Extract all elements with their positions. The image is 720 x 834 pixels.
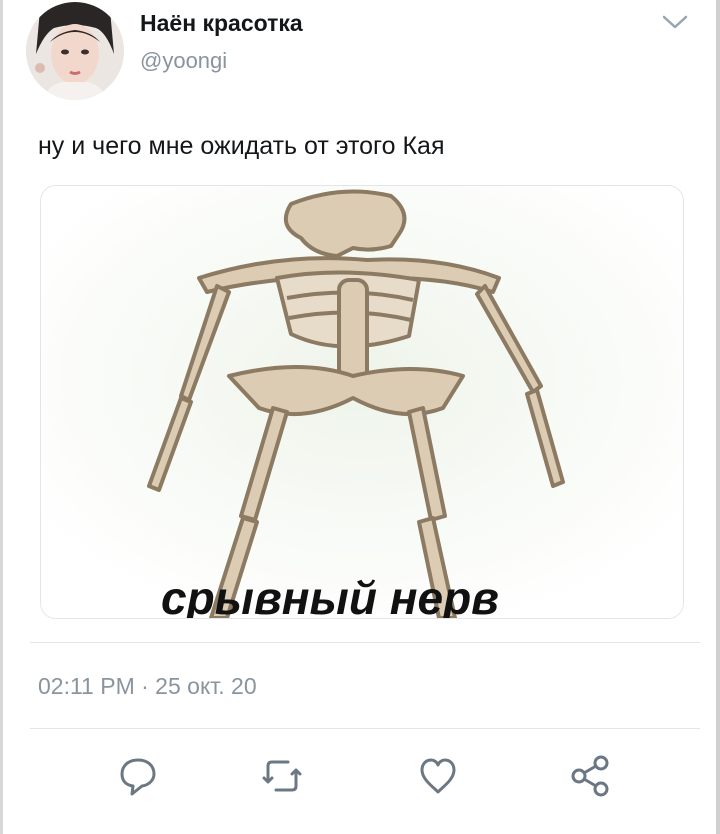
reply-button[interactable] [114, 752, 162, 800]
timestamp: 02:11 PM · 25 окт. 20 [38, 673, 257, 699]
tweet-header: Наён красотка @yoongi [0, 0, 720, 110]
retweet-button[interactable] [258, 752, 306, 800]
retweet-icon [262, 760, 302, 792]
divider [30, 642, 700, 643]
handle[interactable]: @yoongi [140, 48, 227, 74]
heart-icon [420, 758, 456, 794]
chevron-down-icon[interactable] [660, 12, 690, 32]
media-caption: срывный нерв [161, 572, 499, 618]
share-icon [571, 755, 609, 797]
screen-edge-right [716, 0, 720, 834]
share-button[interactable] [566, 752, 614, 800]
screen-edge-left [0, 0, 3, 834]
reply-icon [120, 758, 156, 796]
avatar[interactable] [26, 2, 124, 100]
display-name[interactable]: Наён красотка [140, 10, 303, 37]
tweet-media[interactable]: срывный нерв [40, 185, 684, 619]
like-button[interactable] [414, 752, 462, 800]
tweet-text: ну и чего мне ожидать от этого Кая [38, 132, 445, 160]
divider [30, 728, 700, 729]
